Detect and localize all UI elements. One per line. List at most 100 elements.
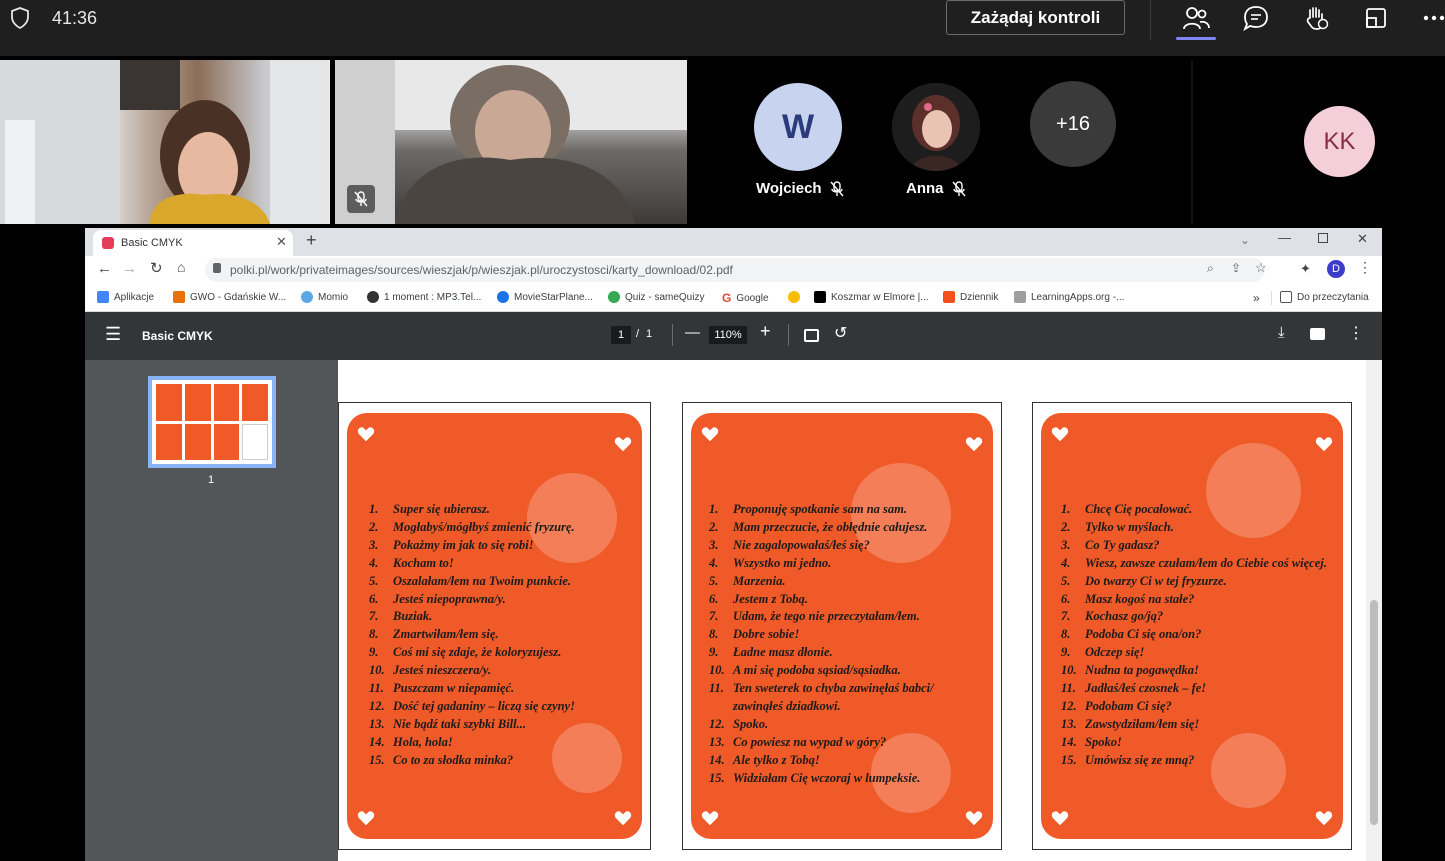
more-options-icon[interactable] (1420, 4, 1445, 32)
thumbnail-card (184, 423, 211, 460)
bookmark-item[interactable]: MovieStarPlane... (497, 291, 593, 303)
zoom-out-icon[interactable]: — (685, 324, 700, 341)
pdf-toolbar: ☰ Basic CMYK 1 / 1 — 110% + ↺ ⤓ ⋮ (85, 312, 1382, 360)
more-bookmarks-button[interactable]: » (1253, 291, 1260, 305)
request-control-button[interactable]: Zażądaj kontroli (946, 0, 1125, 35)
phrase-list: 1. Proponuję spotkanie sam na sam. 2. Mam … (709, 501, 983, 788)
phrase-item: 9. Coś mi się zdaje, że koloryzujesz. (369, 645, 562, 660)
home-icon[interactable]: ⌂ (177, 259, 185, 275)
browser-menu-icon[interactable]: ⋮ (1358, 259, 1372, 276)
reading-list-icon (1280, 291, 1292, 303)
more-participants-button[interactable]: +16 (1030, 81, 1116, 167)
participant-video[interactable] (335, 60, 687, 224)
chat-icon[interactable] (1242, 4, 1270, 32)
zoom-input[interactable]: 110% (709, 326, 747, 344)
profile-avatar[interactable]: D (1327, 260, 1345, 278)
phrase-item: 7. Buziak. (369, 609, 433, 624)
phrase-item: 14. Ale tylko z Tobą! (709, 752, 820, 767)
heart-icon (1315, 437, 1333, 452)
avatar-photo (892, 83, 980, 171)
star-icon[interactable]: ☆ (1255, 260, 1267, 276)
phrase-item: 11. Ten sweterek to chyba zawinęłaś babci… (709, 681, 934, 713)
phrase-item: 4. Wiesz, zawsze czułam/łem do Ciebie coś… (1061, 555, 1327, 570)
page-thumbnail[interactable] (148, 376, 276, 468)
thumbnail-card (156, 423, 182, 460)
participant-strip: W Wojciech Anna +16 KK (0, 56, 1445, 228)
print-icon[interactable] (1310, 328, 1325, 340)
participant-name: Anna (906, 180, 966, 197)
phrase-item: 3. Pokażmy im jak to się robi! (369, 537, 534, 552)
learningapps-icon (1014, 291, 1026, 303)
cn-icon (814, 291, 826, 303)
url-text: polki.pl/work/privateimages/sources/wies… (230, 263, 733, 277)
heart-icon (965, 811, 983, 826)
new-tab-icon[interactable]: + (306, 230, 317, 251)
tab-bar: Basic CMYK ✕ + ⌄ — ✕ (85, 228, 1382, 256)
zoom-in-icon[interactable]: + (760, 321, 771, 342)
people-icon[interactable] (1182, 4, 1210, 32)
reading-list-button[interactable]: Do przeczytania (1280, 291, 1369, 303)
bookmark-item[interactable] (788, 291, 800, 303)
bookmark-item[interactable]: Aplikacje (97, 291, 154, 303)
heart-icon (357, 811, 375, 826)
toolbar-divider (788, 324, 789, 346)
restore-icon[interactable] (1318, 233, 1328, 243)
participant-avatar[interactable]: KK (1304, 106, 1375, 177)
participant-name: Wojciech (756, 180, 844, 197)
participant-video[interactable] (0, 60, 330, 224)
conversation-card: 1. Super się ubierasz. 2. Mogłabyś/mógłbyś… (347, 413, 642, 839)
active-tab-indicator (1176, 37, 1216, 40)
phrase-item: 14. Spoko! (1061, 734, 1122, 749)
fit-page-icon[interactable] (804, 329, 819, 342)
bookmark-item[interactable]: Quiz - sameQuizy (608, 291, 704, 303)
tab-close-icon[interactable]: ✕ (276, 234, 287, 250)
heart-icon (614, 437, 632, 452)
phrase-item: 8. Podoba Ci się ona/on? (1061, 627, 1202, 642)
bookmark-item[interactable]: GWO - Gdańskie W... (173, 291, 286, 303)
phrase-item: 12. Podobam Ci się? (1061, 698, 1172, 713)
bookmark-yellow-icon (788, 291, 800, 303)
pdf-scrollbar[interactable] (1366, 360, 1382, 861)
tab-search-icon[interactable]: ⌄ (1240, 233, 1250, 247)
scrollbar-thumb[interactable] (1370, 600, 1378, 825)
participant-avatar[interactable]: W (754, 83, 842, 171)
reload-icon[interactable]: ↻ (150, 259, 163, 277)
raise-hand-icon[interactable] (1302, 4, 1330, 32)
url-input[interactable]: polki.pl/work/privateimages/sources/wies… (205, 258, 1267, 282)
bookmark-item[interactable]: 1 moment : MP3.Tel... (367, 291, 481, 303)
browser-tab[interactable]: Basic CMYK ✕ (93, 230, 293, 256)
tab-title: Basic CMYK (121, 237, 183, 249)
minimize-icon[interactable]: — (1278, 230, 1291, 245)
toolbar-divider (1150, 0, 1151, 40)
bookmark-item[interactable]: Koszmar w Elmore |... (814, 291, 929, 303)
phrase-item: 2. Mogłabyś/mógłbyś zmienić fryzurę. (369, 519, 575, 534)
pdf-more-icon[interactable]: ⋮ (1348, 323, 1364, 343)
back-icon[interactable]: ← (97, 260, 112, 277)
phrase-item: 9. Ładne masz dłonie. (709, 645, 833, 660)
download-icon[interactable]: ⤓ (1278, 324, 1285, 341)
share-icon[interactable]: ⇪ (1231, 261, 1241, 275)
phrase-item: 3. Co Ty gadasz? (1061, 537, 1160, 552)
rotate-icon[interactable]: ↺ (834, 323, 847, 343)
thumbnail-card (242, 423, 268, 460)
thumbnail-grid (156, 384, 268, 460)
menu-icon[interactable]: ☰ (105, 324, 121, 345)
muted-mic-icon (951, 180, 966, 196)
apps-grid-icon (97, 291, 109, 303)
extensions-icon[interactable]: ✦ (1300, 261, 1311, 277)
share-screen-icon[interactable] (1362, 4, 1390, 32)
participant-photo-avatar[interactable] (892, 83, 980, 171)
bookmark-item[interactable]: LearningApps.org -... (1014, 291, 1124, 303)
bookmark-item[interactable]: G Google (722, 291, 769, 305)
bookmark-item[interactable]: Momio (301, 291, 348, 303)
bookmark-item[interactable]: Dziennik (943, 291, 998, 303)
window-close-icon[interactable]: ✕ (1357, 231, 1368, 247)
phrase-item: 8. Dobre sobie! (709, 627, 800, 642)
phrase-item: 4. Kocham to! (369, 555, 454, 570)
page-separator: / (636, 328, 640, 340)
page-number-input[interactable]: 1 (611, 326, 631, 344)
phrase-item: 13. Co powiesz na wypad w góry? (709, 734, 887, 749)
zoom-icon[interactable]: ⌕ (1207, 261, 1214, 276)
forward-icon[interactable]: → (122, 260, 137, 277)
phrase-item: 10. Nudna ta pogawędka! (1061, 663, 1199, 678)
